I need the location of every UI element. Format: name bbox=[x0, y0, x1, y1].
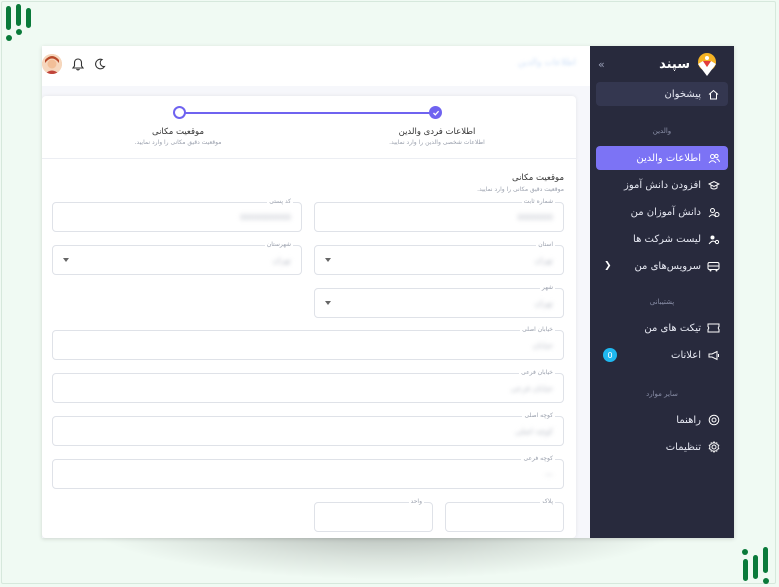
step-completed-check-icon bbox=[429, 106, 442, 119]
plaque-label: پلاک bbox=[540, 498, 555, 505]
side-alley-label: کوچه فرعی bbox=[521, 455, 555, 462]
side-street-label: خیابان فرعی bbox=[519, 369, 555, 376]
unit-label: واحد bbox=[408, 498, 424, 505]
step-1-subtitle: اطلاعات شخصی والدین را وارد نمایید. bbox=[389, 139, 485, 146]
county-label: شهرستان bbox=[264, 241, 293, 248]
sidebar-item-add-student[interactable]: افزودن دانش آموز bbox=[596, 173, 728, 197]
step-2-title[interactable]: موقعیت مکانی bbox=[108, 127, 248, 137]
main-street-value: خیابان bbox=[532, 341, 553, 350]
chevron-down-icon bbox=[325, 258, 331, 262]
city-select[interactable]: شهر تهران bbox=[314, 284, 564, 318]
sidebar-item-label: راهنما bbox=[676, 414, 701, 426]
form-header: موقعیت مکانی موقعیت دقیق مکانی را وارد ن… bbox=[477, 173, 564, 193]
bus-icon bbox=[707, 260, 720, 273]
landline-value: 0000000 bbox=[517, 213, 553, 222]
sidebar-item-label: دانش آموزان من bbox=[630, 206, 701, 218]
home-icon bbox=[707, 88, 720, 101]
side-alley-field[interactable]: کوچه فرعی — bbox=[52, 455, 564, 489]
avatar[interactable] bbox=[42, 54, 62, 74]
plaque-field[interactable]: پلاک bbox=[445, 498, 564, 532]
chevron-down-icon bbox=[325, 301, 331, 305]
chevron-down-icon bbox=[63, 258, 69, 262]
main-alley-field[interactable]: کوچه اصلی کوچه اصلی bbox=[52, 412, 564, 446]
province-value: تهران bbox=[534, 256, 553, 265]
main-street-label: خیابان اصلی bbox=[520, 326, 555, 333]
user-gear-icon bbox=[707, 233, 720, 246]
postal-code-label: کد پستی bbox=[267, 198, 293, 205]
megaphone-icon bbox=[707, 349, 720, 362]
brand-mark-icon bbox=[6, 4, 31, 41]
province-label: استان bbox=[536, 241, 555, 248]
help-ring-icon bbox=[707, 414, 720, 427]
sidebar-item-companies[interactable]: لیست شرکت ها bbox=[596, 227, 728, 251]
stepper-line bbox=[185, 112, 433, 114]
collapse-sidebar-icon[interactable]: » bbox=[598, 58, 605, 71]
side-street-field[interactable]: خیابان فرعی خیابان فرعی bbox=[52, 369, 564, 403]
top-bar: اطلاعات والدین bbox=[42, 46, 590, 86]
users-icon bbox=[707, 152, 720, 165]
landline-label: شماره ثابت bbox=[521, 198, 555, 205]
sidebar-item-parent-info[interactable]: اطلاعات والدین bbox=[596, 146, 728, 170]
step-1-title[interactable]: اطلاعات فردی والدین bbox=[367, 127, 507, 137]
sidebar-item-dashboard[interactable]: پیشخوان bbox=[596, 82, 728, 106]
announcements-count-badge: 0 bbox=[603, 348, 617, 362]
main-street-field[interactable]: خیابان اصلی خیابان bbox=[52, 326, 564, 360]
landline-field[interactable]: شماره ثابت 0000000 bbox=[314, 198, 564, 232]
sidebar-item-label: افزودن دانش آموز bbox=[624, 179, 701, 191]
side-street-value: خیابان فرعی bbox=[510, 384, 553, 393]
brand-logo[interactable]: سپند bbox=[659, 51, 720, 77]
form-card: اطلاعات فردی والدین اطلاعات شخصی والدین … bbox=[42, 96, 576, 538]
step-current-dot bbox=[173, 106, 186, 119]
form-title: موقعیت مکانی bbox=[511, 173, 564, 183]
sidebar-item-label: تنظیمات bbox=[665, 441, 701, 453]
postal-code-field[interactable]: کد پستی 0000000000 bbox=[52, 198, 302, 232]
brand-name: سپند bbox=[659, 56, 690, 72]
section-label-parents: والدین bbox=[652, 127, 672, 135]
sidebar-item-my-students[interactable]: دانش آموزان من bbox=[596, 200, 728, 224]
sidebar-item-label: پیشخوان bbox=[664, 88, 701, 100]
sidebar-item-help[interactable]: راهنما bbox=[596, 408, 728, 432]
section-label-support: پشتیبانی bbox=[649, 298, 675, 306]
sidebar-item-settings[interactable]: تنظیمات bbox=[596, 435, 728, 459]
main-alley-label: کوچه اصلی bbox=[522, 412, 555, 419]
graduation-cap-icon bbox=[707, 179, 720, 192]
sidebar-item-label: اعلانات bbox=[671, 349, 701, 361]
form-subtitle: موقعیت دقیق مکانی را وارد نمایید. bbox=[477, 186, 564, 193]
students-icon bbox=[707, 206, 720, 219]
sidebar-item-my-services[interactable]: سرویس‌های من ❮ bbox=[596, 254, 728, 278]
province-select[interactable]: استان تهران bbox=[314, 241, 564, 275]
side-alley-value: — bbox=[545, 470, 553, 479]
sidebar-item-label: سرویس‌های من bbox=[634, 260, 701, 272]
avatar-image-icon bbox=[42, 54, 62, 74]
main-alley-value: کوچه اصلی bbox=[514, 427, 553, 436]
unit-field[interactable]: واحد bbox=[314, 498, 433, 532]
city-value: تهران bbox=[534, 299, 553, 308]
brand-mark-icon bbox=[742, 547, 769, 584]
moon-icon[interactable] bbox=[94, 58, 106, 70]
sidebar-item-label: لیست شرکت ها bbox=[633, 233, 701, 245]
county-select[interactable]: شهرستان تهران bbox=[52, 241, 302, 275]
sidebar-item-announcements[interactable]: اعلانات 0 bbox=[596, 343, 728, 367]
sidebar-item-tickets[interactable]: تیکت های من bbox=[596, 316, 728, 340]
sepand-logo-icon bbox=[698, 53, 716, 76]
sidebar-item-label: تیکت های من bbox=[644, 322, 701, 334]
ticket-icon bbox=[707, 322, 720, 335]
county-value: تهران bbox=[272, 256, 291, 265]
step-2-subtitle: موقعیت دقیق مکانی را وارد نمایید. bbox=[134, 139, 222, 146]
stepper: اطلاعات فردی والدین اطلاعات شخصی والدین … bbox=[42, 96, 576, 159]
page-title: اطلاعات والدین bbox=[517, 58, 576, 68]
postal-code-value: 0000000000 bbox=[240, 213, 291, 222]
gear-icon bbox=[707, 441, 720, 454]
city-label: شهر bbox=[539, 284, 555, 291]
bell-icon[interactable] bbox=[72, 58, 84, 71]
sidebar: سپند » پیشخوان والدین اطلاعات والدین افز… bbox=[590, 46, 734, 538]
sidebar-item-label: اطلاعات والدین bbox=[636, 152, 701, 164]
chevron-left-icon[interactable]: ❮ bbox=[604, 261, 612, 271]
app-window: اطلاعات والدین اطلاعات فردی والدین اطلاع… bbox=[42, 46, 734, 538]
section-label-other: سایر موارد bbox=[646, 390, 678, 398]
